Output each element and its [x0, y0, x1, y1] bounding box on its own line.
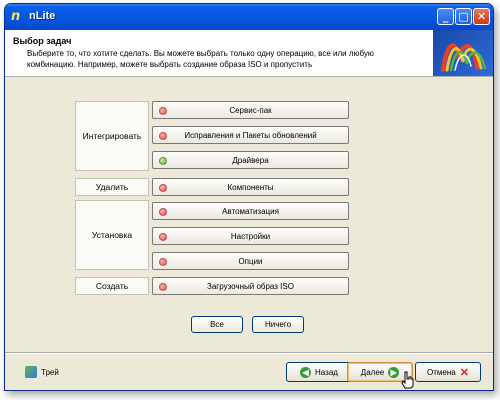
status-indicator-icon — [159, 184, 167, 192]
select-none-button[interactable]: Ничего — [252, 316, 304, 333]
group-remove-label: Удалить — [95, 182, 129, 192]
task-label: Загрузочный образ ISO — [207, 281, 294, 291]
close-button[interactable]: ✕ — [473, 8, 490, 25]
wizard-header: Выбор задач Выберите то, что хотите сдел… — [5, 30, 493, 77]
task-label: Драйвера — [232, 155, 269, 165]
footer-divider — [5, 352, 493, 353]
select-all-button[interactable]: Все — [191, 316, 243, 333]
task-components-button[interactable]: Компоненты — [152, 178, 349, 196]
cancel-button[interactable]: Отмена ✕ — [415, 362, 481, 382]
back-arrow-icon: ◀ — [300, 366, 312, 378]
next-label: Далее — [360, 367, 385, 377]
task-service-pack-button[interactable]: Сервис-пак — [152, 101, 349, 119]
group-create: Создать — [75, 277, 149, 295]
task-options-button[interactable]: Опции — [152, 252, 349, 270]
task-label: Настройки — [230, 231, 271, 241]
task-label: Сервис-пак — [229, 105, 272, 115]
task-bootable-iso-button[interactable]: Загрузочный образ ISO — [152, 277, 349, 295]
window-title: nLite — [29, 10, 56, 22]
select-all-label: Все — [210, 320, 224, 329]
status-indicator-icon — [159, 233, 167, 241]
status-indicator-icon — [159, 283, 167, 291]
cancel-x-icon: ✕ — [459, 366, 469, 379]
next-arrow-icon: ▶ — [388, 366, 400, 378]
group-setup: Установка — [75, 200, 149, 270]
task-label: Компоненты — [227, 182, 274, 192]
tray-button[interactable]: Трей — [25, 366, 59, 378]
group-create-label: Создать — [95, 281, 129, 291]
cancel-label: Отмена — [427, 367, 456, 377]
status-indicator-icon — [159, 258, 167, 266]
nlite-logo — [433, 30, 493, 76]
task-label: Исправления и Пакеты обновлений — [184, 130, 317, 140]
back-label: Назад — [315, 367, 338, 377]
task-drivers-button[interactable]: Драйвера — [152, 151, 349, 169]
select-none-label: Ничего — [264, 320, 292, 329]
page-title: Выбор задач — [13, 36, 72, 46]
status-indicator-icon — [159, 132, 167, 140]
group-integrate-label: Интегрировать — [82, 131, 142, 141]
mouse-hand-cursor-icon — [401, 371, 414, 389]
status-indicator-icon — [159, 107, 167, 115]
group-setup-label: Установка — [91, 230, 133, 240]
tray-label: Трей — [41, 367, 59, 377]
nlite-app-icon: n — [11, 9, 21, 24]
back-button[interactable]: ◀ Назад — [286, 362, 352, 382]
group-integrate: Интегрировать — [75, 101, 149, 171]
status-indicator-icon — [159, 208, 167, 216]
page-description: Выберите то, что хотите сделать. Вы може… — [27, 49, 374, 69]
task-hotfixes-button[interactable]: Исправления и Пакеты обновлений — [152, 126, 349, 144]
tray-icon — [25, 366, 37, 378]
task-label: Автоматизация — [222, 206, 279, 216]
group-remove: Удалить — [75, 178, 149, 196]
task-label: Опции — [238, 256, 263, 266]
task-unattended-button[interactable]: Автоматизация — [152, 202, 349, 220]
minimize-button[interactable]: _ — [437, 8, 454, 25]
nlite-window: n nLite _ □ ✕ Выбор задач Выберите то, ч… — [4, 3, 494, 391]
status-indicator-icon — [159, 157, 167, 165]
maximize-button[interactable]: □ — [455, 8, 472, 25]
task-settings-button[interactable]: Настройки — [152, 227, 349, 245]
title-bar[interactable]: n nLite _ □ ✕ — [5, 4, 493, 30]
